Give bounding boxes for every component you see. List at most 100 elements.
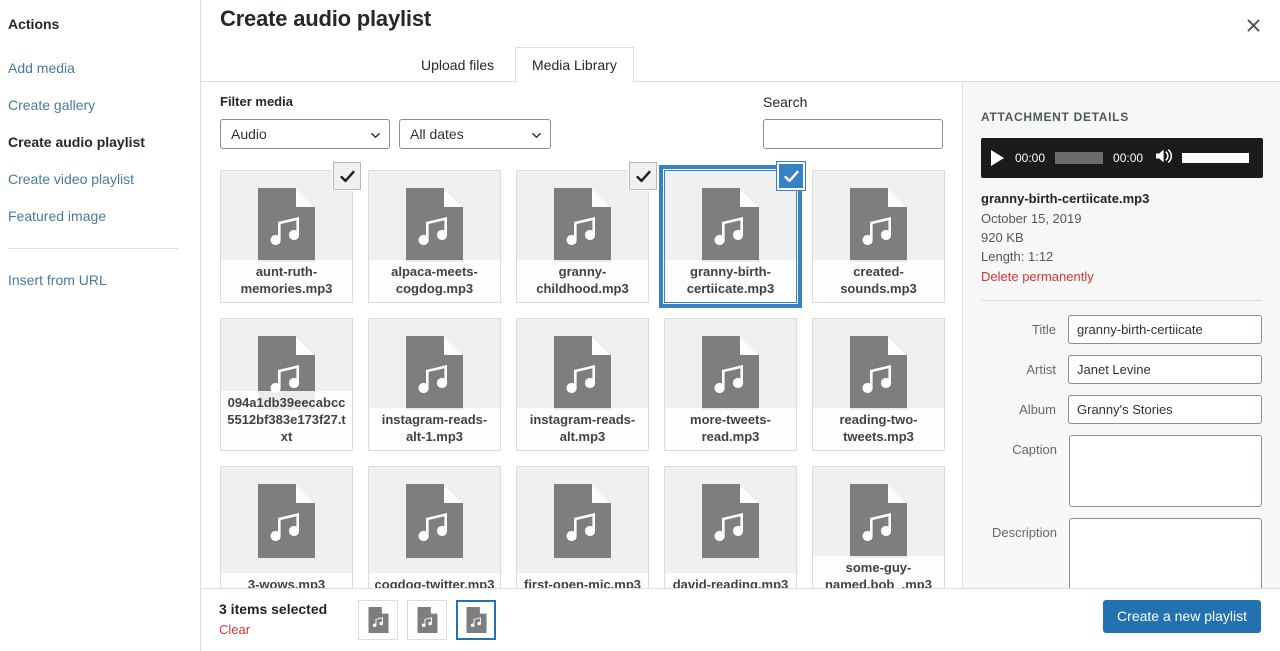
attachment-item[interactable]: instagram-reads-alt-1.mp3 — [368, 318, 501, 451]
detail-field-artist-input[interactable] — [1068, 355, 1262, 384]
attachment-item[interactable]: granny-childhood.mp3 — [516, 162, 657, 303]
attachment-item[interactable]: david-reading.mp3 — [664, 466, 797, 588]
attachment-check-icon[interactable] — [777, 162, 805, 190]
detail-field-label: Title — [1031, 322, 1056, 337]
play-icon[interactable] — [991, 150, 1004, 166]
selection-strip — [358, 600, 496, 640]
date-filter-value: All dates — [410, 126, 464, 142]
attachment-filename: more-tweets-read.mp3 — [665, 408, 796, 450]
selection-strip-item[interactable] — [358, 600, 398, 640]
attachment-filename: alpaca-meets-cogdog.mp3 — [369, 260, 500, 302]
detail-field-title-input[interactable] — [1068, 315, 1262, 344]
attachment-thumbnail — [517, 467, 648, 588]
attachment-filename: instagram-reads-alt.mp3 — [517, 408, 648, 450]
attachment-details-heading: ATTACHMENT DETAILS — [981, 110, 1129, 124]
modal-toolbar: 3 items selected Clear Create a new play… — [201, 588, 1280, 651]
attachment-thumbnail — [369, 467, 500, 588]
attachments-grid-scroll[interactable]: aunt-ruth-memories.mp3 alpaca-meets-cogdo… — [201, 154, 962, 588]
sidebar-item-add-media[interactable]: Add media — [0, 50, 200, 87]
attachment-item[interactable]: alpaca-meets-cogdog.mp3 — [368, 170, 501, 303]
audio-file-icon — [850, 484, 907, 558]
detail-field-label: Album — [1019, 402, 1056, 417]
detail-field-album-input[interactable] — [1068, 395, 1262, 424]
delete-permanently-link[interactable]: Delete permanently — [981, 267, 1094, 286]
detail-field-label: Description — [991, 525, 1057, 540]
attachment-item[interactable]: aunt-ruth-memories.mp3 — [220, 162, 361, 303]
attachment-filename: david-reading.mp3 — [665, 573, 796, 588]
detail-filename: granny-birth-certiicate.mp3 — [981, 191, 1150, 206]
audio-file-icon — [258, 188, 315, 262]
chevron-down-icon — [371, 132, 380, 139]
duration-time: 00:00 — [1113, 151, 1144, 165]
detail-field-caption-input[interactable] — [1069, 435, 1262, 507]
sidebar-item-create-gallery[interactable]: Create gallery — [0, 87, 200, 124]
attachments-grid: aunt-ruth-memories.mp3 alpaca-meets-cogdo… — [201, 154, 962, 588]
attachment-item[interactable]: 3-wows.mp3 — [220, 466, 353, 588]
detail-length: Length: 1:12 — [981, 249, 1054, 264]
audio-file-icon — [258, 484, 315, 558]
search-input[interactable] — [763, 119, 943, 149]
audio-file-icon — [850, 188, 907, 262]
attachment-item[interactable]: more-tweets-read.mp3 — [664, 318, 797, 451]
selected-count: 3 items selected — [219, 601, 328, 617]
attachment-item[interactable]: granny-birth-certiicate.mp3 — [664, 162, 805, 303]
audio-file-icon — [702, 188, 759, 262]
audio-file-icon — [406, 484, 463, 558]
attachment-filename: granny-birth-certiicate.mp3 — [665, 260, 796, 302]
attachment-item[interactable]: cogdog-twitter.mp3 — [368, 466, 501, 588]
attachment-check-icon[interactable] — [629, 162, 657, 190]
tab-upload-files[interactable]: Upload files — [404, 47, 511, 82]
volume-icon[interactable] — [1154, 147, 1176, 170]
close-icon[interactable] — [1234, 6, 1272, 44]
audio-file-icon — [554, 188, 611, 262]
attachment-thumbnail — [665, 467, 796, 588]
audio-file-icon — [702, 484, 759, 558]
detail-field-description-input[interactable] — [1069, 518, 1262, 588]
attachment-filename: granny-childhood.mp3 — [517, 260, 648, 302]
attachment-filename: aunt-ruth-memories.mp3 — [221, 260, 352, 302]
detail-field-row: Artist — [981, 355, 1262, 384]
current-time: 00:00 — [1015, 151, 1046, 165]
attachment-filename: instagram-reads-alt-1.mp3 — [369, 408, 500, 450]
selection-strip-item[interactable] — [407, 600, 447, 640]
audio-file-icon — [406, 188, 463, 262]
audio-file-icon — [465, 607, 487, 633]
media-type-select[interactable]: Audio — [220, 119, 390, 149]
sidebar-item-create-audio-playlist[interactable]: Create audio playlist — [0, 124, 200, 161]
router-tabs: Upload files Media Library — [201, 47, 1280, 83]
attachment-details-pane: ATTACHMENT DETAILS 00:00 00:00 granny-bi… — [962, 82, 1280, 588]
clear-selection-link[interactable]: Clear — [219, 622, 250, 637]
date-filter-select[interactable]: All dates — [399, 119, 551, 149]
volume-bar[interactable] — [1182, 153, 1250, 163]
tab-media-library[interactable]: Media Library — [515, 47, 634, 83]
attachment-item[interactable]: some-guy-named.bob_.mp3 — [812, 466, 945, 588]
audio-player[interactable]: 00:00 00:00 — [981, 138, 1263, 178]
attachment-item[interactable]: created-sounds.mp3 — [812, 170, 945, 303]
audio-file-icon — [554, 484, 611, 558]
details-divider — [981, 300, 1262, 301]
attachment-check-icon[interactable] — [333, 162, 361, 190]
audio-file-icon — [367, 607, 389, 633]
attachment-filename: cogdog-twitter.mp3 — [369, 573, 500, 588]
detail-field-row: Caption — [981, 435, 1262, 507]
detail-filesize: 920 KB — [981, 230, 1024, 245]
page-title: Create audio playlist — [220, 6, 431, 31]
attachment-item[interactable]: first-open-mic.mp3 — [516, 466, 649, 588]
media-type-value: Audio — [231, 126, 267, 142]
sidebar-item-create-video-playlist[interactable]: Create video playlist — [0, 161, 200, 198]
sidebar-footer-item-insert-from-url[interactable]: Insert from URL — [0, 262, 200, 299]
create-playlist-button[interactable]: Create a new playlist — [1103, 600, 1261, 633]
attachment-item[interactable]: instagram-reads-alt.mp3 — [516, 318, 649, 451]
audio-file-icon — [406, 336, 463, 410]
detail-field-row: Description — [981, 518, 1262, 588]
selection-strip-item[interactable] — [456, 600, 496, 640]
attachment-filename: created-sounds.mp3 — [813, 260, 944, 302]
attachment-item[interactable]: reading-two-tweets.mp3 — [812, 318, 945, 451]
detail-field-label: Artist — [1026, 362, 1056, 377]
detail-field-row: Album — [981, 395, 1262, 424]
attachment-item[interactable]: 094a1db39eecabcc5512bf383e173f27.txt — [220, 318, 353, 451]
progress-bar[interactable] — [1055, 152, 1104, 164]
sidebar-item-featured-image[interactable]: Featured image — [0, 198, 200, 235]
sidebar-heading: Actions — [8, 16, 60, 32]
attachment-thumbnail — [221, 467, 352, 588]
